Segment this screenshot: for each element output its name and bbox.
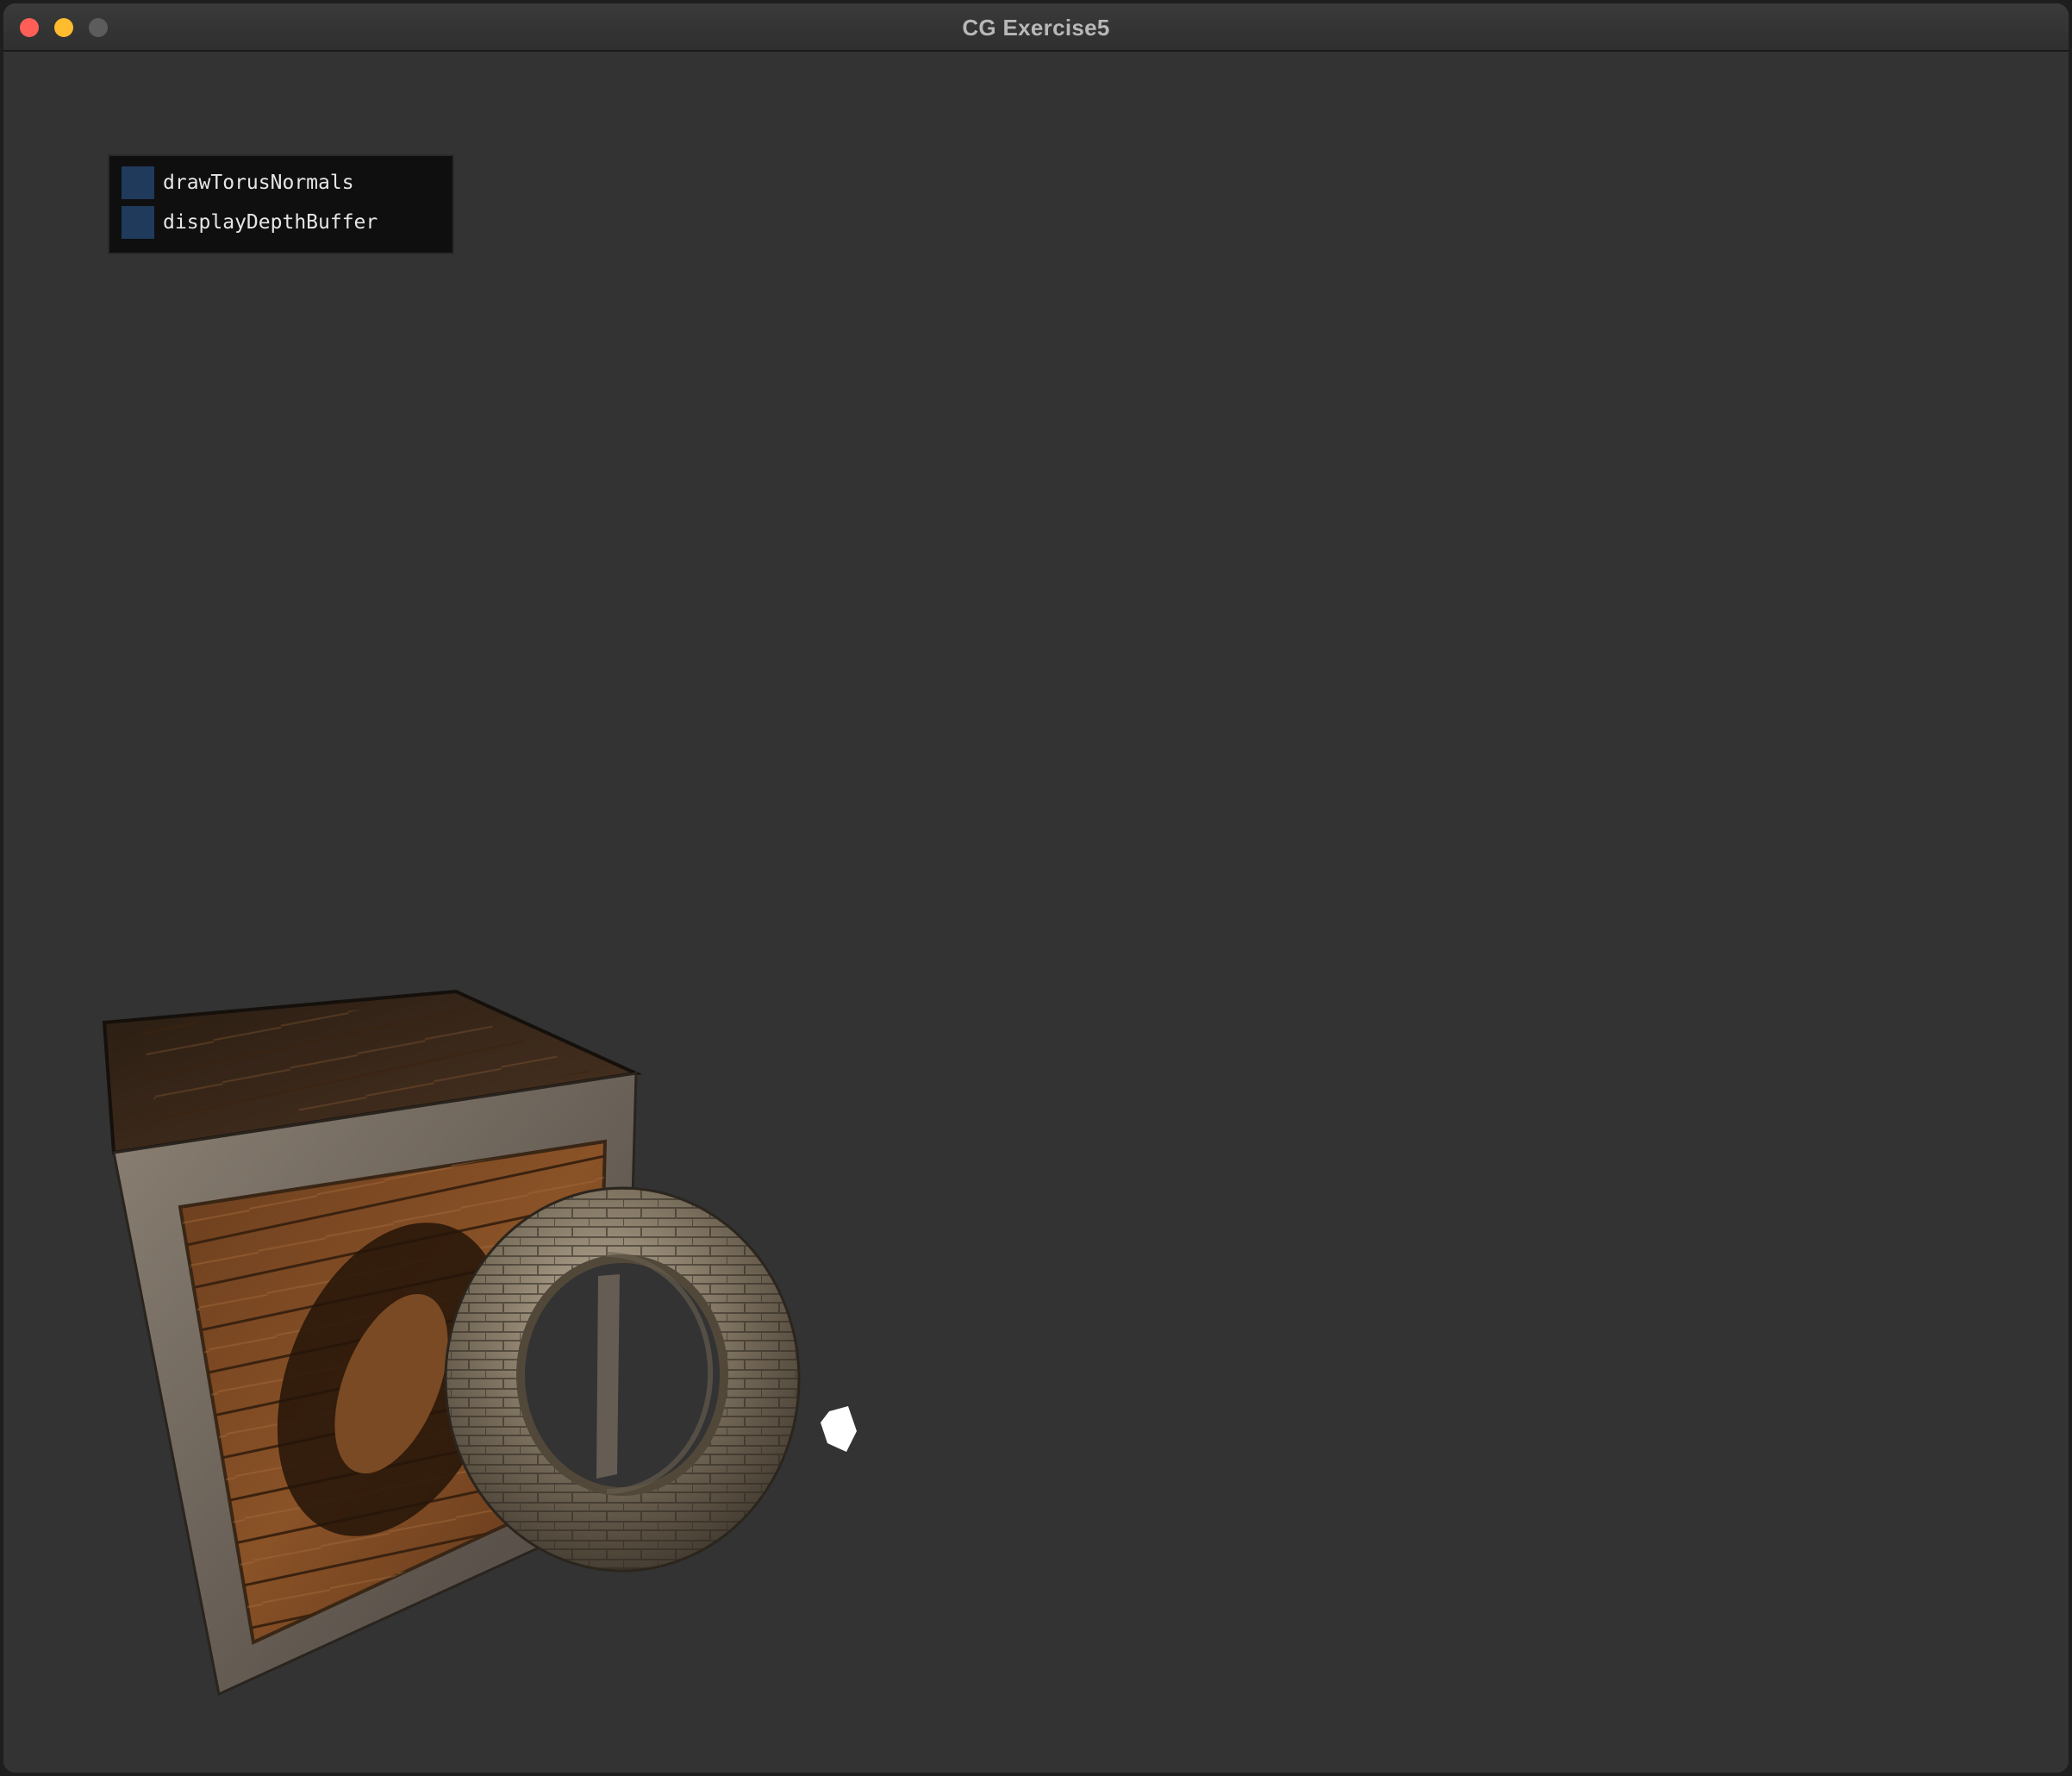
gui-panel: drawTorusNormals displayDepthBuffer [108,154,454,254]
3d-scene [102,989,857,1697]
torus-mesh [444,1186,801,1573]
checkbox-row-draw-torus-normals[interactable]: drawTorusNormals [122,166,354,200]
checkbox-row-display-depth-buffer[interactable]: displayDepthBuffer [122,205,378,240]
render-viewport[interactable]: drawTorusNormals displayDepthBuffer [3,52,2069,1773]
draw-torus-normals-label: drawTorusNormals [163,172,354,194]
light-source-cube [821,1406,857,1452]
window-title: CG Exercise5 [962,15,1110,41]
display-depth-buffer-label: displayDepthBuffer [163,211,378,234]
draw-torus-normals-checkbox[interactable] [122,166,154,199]
app-window: CG Exercise5 drawTorusNormals displayDep… [3,3,2069,1773]
display-depth-buffer-checkbox[interactable] [122,206,154,239]
title-bar[interactable]: CG Exercise5 [3,3,2069,52]
